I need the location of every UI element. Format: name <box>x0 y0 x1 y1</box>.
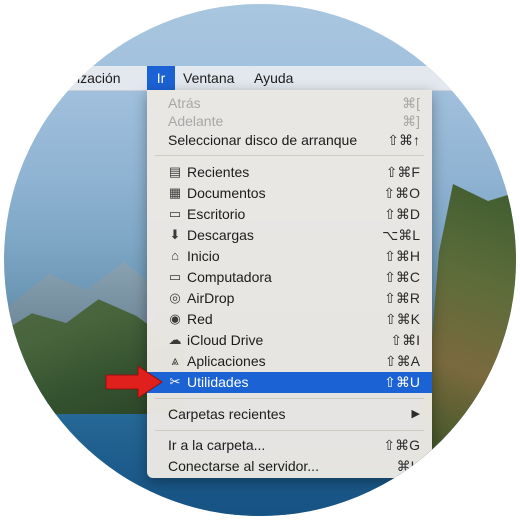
shortcut-label: ⇧⌘U <box>384 374 420 390</box>
menu-item-downloads[interactable]: ⬇ Descargas ⌥⌘L <box>147 225 432 246</box>
desktop-wallpaper: ización Ir Ventana Ayuda Atrás ⌘[ Adelan… <box>4 4 516 516</box>
menu-item-applications[interactable]: ⩓ Aplicaciones ⇧⌘A <box>147 351 432 372</box>
applications-icon: ⩓ <box>171 353 179 368</box>
recents-icon: ▤ <box>168 164 182 179</box>
menu-item-select-startup-disk[interactable]: Seleccionar disco de arranque ⇧⌘↑ <box>147 130 432 151</box>
menu-item-label: Adelante <box>168 113 224 129</box>
menu-item-home[interactable]: ⌂ Inicio ⇧⌘H <box>147 246 432 267</box>
submenu-arrow-icon: ▶ <box>411 408 420 420</box>
menubar-item-ir[interactable]: Ir <box>147 66 175 90</box>
menu-item-recent-folders[interactable]: Carpetas recientes ▶ <box>147 404 432 425</box>
menu-item-label: Documentos <box>187 185 266 201</box>
shortcut-label: ⇧⌘H <box>384 248 420 264</box>
downloads-icon: ⬇ <box>169 227 181 242</box>
shortcut-label: ⇧⌘F <box>385 164 420 180</box>
documents-icon: ▦ <box>168 185 182 200</box>
menu-item-documents[interactable]: ▦ Documentos ⇧⌘O <box>147 183 432 204</box>
menu-item-utilities[interactable]: ✂ Utilidades ⇧⌘U <box>147 372 432 393</box>
computer-icon: ▭ <box>168 269 182 284</box>
shortcut-label: ⇧⌘K <box>384 311 420 327</box>
menu-item-computer[interactable]: ▭ Computadora ⇧⌘C <box>147 267 432 288</box>
network-icon: ◉ <box>169 311 181 326</box>
shortcut-label: ⇧⌘C <box>384 269 420 285</box>
menu-item-network[interactable]: ◉ Red ⇧⌘K <box>147 309 432 330</box>
menu-bar: ización Ir Ventana Ayuda <box>4 66 516 91</box>
menu-item-label: Conectarse al servidor... <box>168 458 319 474</box>
menu-item-forward: Adelante ⌘] <box>147 111 432 132</box>
menu-item-label: AirDrop <box>187 290 235 306</box>
menu-item-airdrop[interactable]: ◎ AirDrop ⇧⌘R <box>147 288 432 309</box>
shortcut-label: ⇧⌘I <box>390 332 420 348</box>
shortcut-label: ⇧⌘R <box>384 290 420 306</box>
menubar-item-ventana[interactable]: Ventana <box>176 66 241 90</box>
red-arrow-icon <box>105 365 163 399</box>
menu-item-label: Descargas <box>187 227 254 243</box>
menu-item-label: Carpetas recientes <box>168 406 286 422</box>
airdrop-icon: ◎ <box>169 290 181 305</box>
menu-item-connect-to-server[interactable]: Conectarse al servidor... ⌘K <box>147 456 432 477</box>
shortcut-label: ⇧⌘O <box>383 185 420 201</box>
menu-item-go-to-folder[interactable]: Ir a la carpeta... ⇧⌘G <box>147 435 432 456</box>
shortcut-label: ⇧⌘G <box>383 437 420 453</box>
menu-item-label: Recientes <box>187 164 250 180</box>
menu-item-label: Red <box>187 311 213 327</box>
menu-separator <box>155 155 424 156</box>
menubar-item-ayuda[interactable]: Ayuda <box>247 66 300 90</box>
menu-item-label: Aplicaciones <box>187 353 266 369</box>
menu-item-label: Inicio <box>187 248 220 264</box>
shortcut-label: ⌘K <box>396 458 420 474</box>
utilities-icon: ✂ <box>169 374 181 389</box>
menu-item-label: Computadora <box>187 269 272 285</box>
icloud-icon: ☁ <box>168 332 182 347</box>
home-icon: ⌂ <box>171 248 179 263</box>
menu-item-desktop[interactable]: ▭ Escritorio ⇧⌘D <box>147 204 432 225</box>
shortcut-label: ⌥⌘L <box>382 227 420 243</box>
desktop-icon: ▭ <box>168 206 182 221</box>
go-menu-dropdown: Atrás ⌘[ Adelante ⌘] Seleccionar disco d… <box>147 90 432 478</box>
menubar-item-visualizacion[interactable]: ización <box>70 66 128 90</box>
shortcut-label: ⇧⌘D <box>384 206 420 222</box>
menu-item-label: Seleccionar disco de arranque <box>168 132 358 148</box>
menu-item-recents[interactable]: ▤ Recientes ⇧⌘F <box>147 162 432 183</box>
menu-separator <box>155 430 424 431</box>
menu-item-label: Escritorio <box>187 206 246 222</box>
menu-item-label: Ir a la carpeta... <box>168 437 266 453</box>
menu-item-label: iCloud Drive <box>187 332 264 348</box>
shortcut-label: ⇧⌘↑ <box>387 132 420 148</box>
menu-item-label: Utilidades <box>187 374 249 390</box>
menu-item-icloud-drive[interactable]: ☁ iCloud Drive ⇧⌘I <box>147 330 432 351</box>
shortcut-label: ⌘] <box>402 113 420 129</box>
shortcut-label: ⇧⌘A <box>384 353 420 369</box>
menu-separator <box>155 398 424 399</box>
